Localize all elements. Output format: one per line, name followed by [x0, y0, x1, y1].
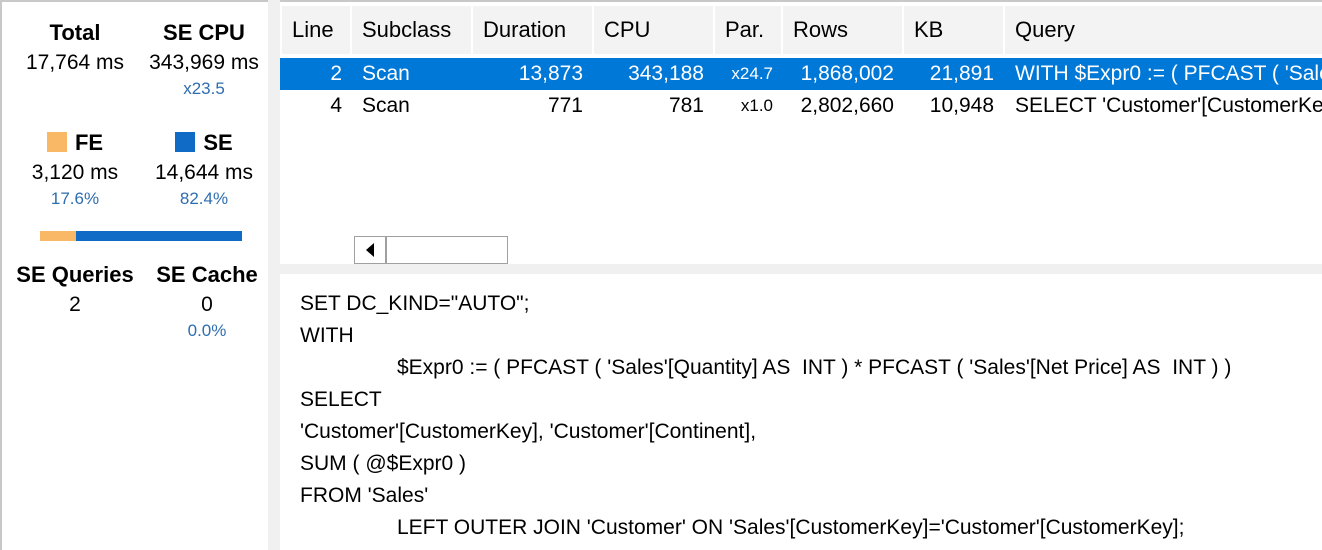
cell-duration: 13,873	[518, 62, 583, 85]
column-header-query[interactable]: Query	[1005, 6, 1322, 54]
se-queries-label: SE Queries	[16, 262, 134, 287]
column-header-cpu[interactable]: CPU	[594, 6, 715, 54]
column-header-kb[interactable]: KB	[904, 6, 1005, 54]
query-line: LEFT OUTER JOIN 'Customer' ON 'Sales'[Cu…	[397, 516, 1185, 539]
se-cpu-metric: SE CPU 343,969 ms x23.5	[138, 20, 270, 99]
se-queries-value: 2	[69, 293, 81, 316]
query-text-pane[interactable]: SET DC_KIND="AUTO"; WITH $Expr0 := ( PFC…	[280, 274, 1322, 550]
table-row[interactable]: 2 Scan 13,873 343,188 x24.7 1,868,002 21…	[280, 58, 1322, 90]
column-header-par[interactable]: Par.	[715, 6, 783, 54]
se-cpu-value: 343,969 ms	[149, 51, 259, 74]
cell-subclass: Scan	[362, 62, 410, 85]
query-line: $Expr0 := ( PFCAST ( 'Sales'[Quantity] A…	[397, 356, 1232, 379]
cell-subclass: Scan	[362, 94, 410, 117]
cell-rows: 1,868,002	[800, 62, 894, 85]
grid-query-splitter[interactable]	[280, 264, 1322, 274]
cell-cpu: 781	[668, 94, 704, 117]
cell-query: SELECT 'Customer'[CustomerKey], 'Custome…	[1015, 94, 1322, 117]
cell-par: x1.0	[740, 96, 773, 115]
fe-value: 3,120 ms	[31, 161, 119, 184]
column-header-line[interactable]: Line	[282, 6, 352, 54]
cell-cpu: 343,188	[628, 62, 704, 85]
total-metric: Total 17,764 ms	[16, 20, 134, 76]
se-queries-metric: SE Queries 2	[6, 262, 144, 318]
column-header-subclass[interactable]: Subclass	[352, 6, 473, 54]
fe-metric: FE 3,120 ms 17.6%	[16, 130, 134, 209]
fe-bar-segment	[40, 231, 76, 241]
column-header-rows[interactable]: Rows	[783, 6, 904, 54]
fe-color-swatch	[46, 132, 67, 152]
panel-splitter[interactable]	[268, 0, 280, 550]
metrics-panel: Total 17,764 ms SE CPU 343,969 ms x23.5 …	[0, 0, 268, 550]
fe-percent: 17.6%	[50, 189, 100, 208]
total-label: Total	[49, 20, 101, 45]
se-cpu-ratio: x23.5	[183, 79, 225, 98]
query-line: SUM ( @$Expr0 )	[300, 452, 467, 475]
query-line: FROM 'Sales'	[300, 484, 429, 507]
query-line: SET DC_KIND="AUTO";	[300, 292, 530, 315]
cell-par: x24.7	[731, 64, 773, 83]
se-cpu-label: SE CPU	[163, 20, 245, 45]
horizontal-scrollbar[interactable]	[354, 236, 508, 264]
se-cache-label: SE Cache	[156, 262, 258, 287]
se-label: SE	[203, 130, 233, 155]
fe-se-split-bar	[40, 231, 242, 241]
cell-kb: 10,948	[929, 94, 994, 117]
cell-line: 2	[330, 62, 342, 85]
fe-label: FE	[74, 130, 104, 155]
total-value: 17,764 ms	[25, 51, 125, 74]
se-color-swatch	[175, 132, 196, 152]
column-header-duration[interactable]: Duration	[473, 6, 594, 54]
se-cache-value: 0	[201, 293, 213, 316]
cell-kb: 21,891	[929, 62, 994, 85]
se-percent: 82.4%	[179, 189, 229, 208]
se-cache-percent: 0.0%	[187, 321, 227, 340]
se-metric: SE 14,644 ms 82.4%	[138, 130, 270, 209]
grid-header: Line Subclass Duration CPU Par. Rows KB …	[280, 6, 1322, 54]
query-line: 'Customer'[CustomerKey], 'Customer'[Cont…	[300, 420, 757, 443]
cell-query: WITH $Expr0 := ( PFCAST ( 'Sales'[Quanti…	[1015, 62, 1322, 85]
table-row[interactable]: 4 Scan 771 781 x1.0 2,802,660 10,948 SEL…	[280, 90, 1322, 122]
se-value: 14,644 ms	[154, 161, 254, 184]
se-cache-metric: SE Cache 0 0.0%	[146, 262, 268, 341]
cell-line: 4	[330, 94, 342, 117]
scroll-left-button[interactable]	[355, 237, 387, 263]
cell-duration: 771	[547, 94, 583, 117]
se-query-grid: Line Subclass Duration CPU Par. Rows KB …	[280, 0, 1322, 264]
query-line: WITH	[300, 324, 354, 347]
query-line: SELECT	[300, 388, 382, 411]
cell-rows: 2,802,660	[800, 94, 894, 117]
triangle-left-icon	[366, 243, 374, 257]
se-bar-segment	[75, 231, 242, 241]
